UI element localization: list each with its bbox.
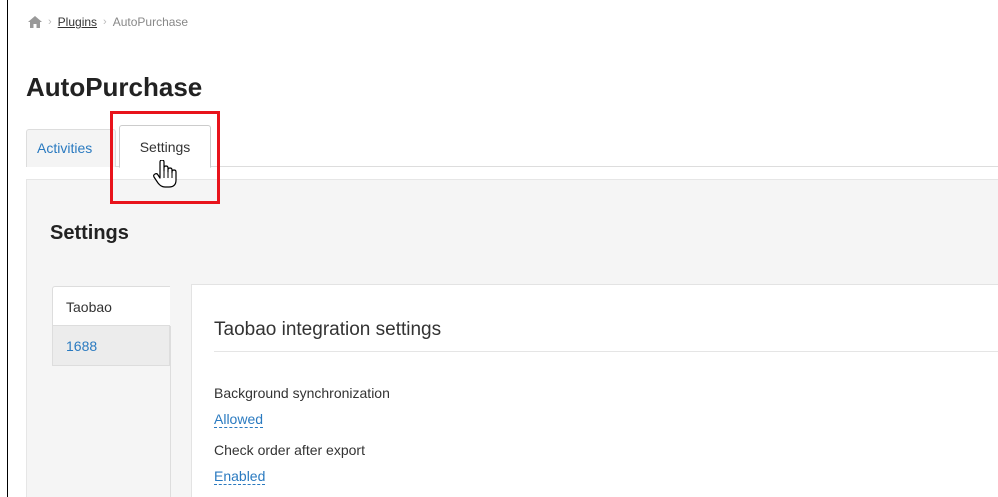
app-frame: › Plugins › AutoPurchase AutoPurchase Ac…: [7, 0, 998, 497]
breadcrumb-separator: ›: [103, 16, 107, 28]
home-icon[interactable]: [28, 16, 42, 28]
section-title: Taobao integration settings: [214, 319, 442, 340]
hand-cursor-icon: [152, 159, 178, 188]
page-title: AutoPurchase: [26, 72, 203, 102]
highlight-box: [110, 111, 220, 204]
subnav-item-taobao[interactable]: Taobao: [52, 286, 170, 326]
breadcrumb-current: AutoPurchase: [112, 15, 189, 29]
breadcrumb-separator: ›: [48, 16, 52, 28]
breadcrumb-plugins-link[interactable]: Plugins: [58, 15, 97, 29]
settings-heading: Settings: [50, 222, 129, 244]
settings-panel: Settings Taobao 1688 Taobao integration …: [26, 179, 998, 497]
background-sync-toggle[interactable]: Allowed: [214, 411, 264, 428]
settings-subnav: Taobao 1688: [52, 286, 170, 366]
integration-settings-card: Taobao integration settings Background s…: [191, 284, 998, 497]
field-label-check-order: Check order after export: [214, 442, 365, 458]
subnav-item-1688[interactable]: 1688: [52, 326, 170, 366]
breadcrumb: › Plugins › AutoPurchase: [28, 15, 188, 29]
check-order-toggle[interactable]: Enabled: [214, 468, 266, 485]
subnav-divider: [170, 326, 171, 497]
field-label-background-sync: Background synchronization: [214, 385, 390, 401]
tab-activities[interactable]: Activities: [26, 129, 116, 167]
divider: [214, 351, 998, 352]
